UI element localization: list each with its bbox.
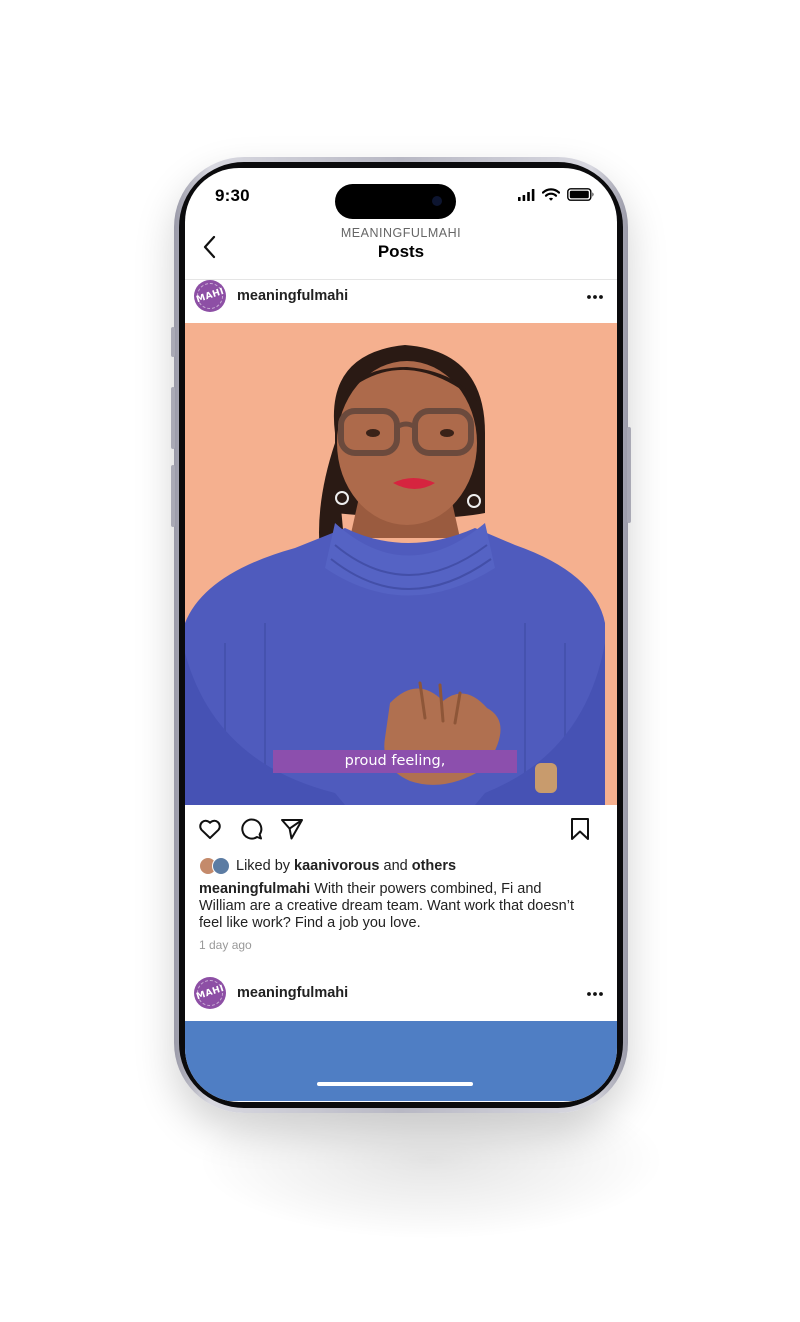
share-icon[interactable] — [279, 816, 305, 842]
next-post-header: MAHI meaningfulmahi — [185, 967, 617, 1021]
likes-summary[interactable]: Liked by kaanivorous and others — [199, 856, 607, 876]
more-horizontal-icon[interactable] — [586, 991, 604, 997]
status-icons — [518, 188, 595, 201]
post-caption: meaningfulmahi With their powers combine… — [199, 881, 591, 932]
phone-frame: 9:30 MEANINGFULMAHI Posts MAHI meaningfu… — [171, 157, 631, 1113]
next-post-media[interactable] — [185, 1021, 617, 1101]
signal-icon — [518, 188, 535, 201]
liked-and: and — [383, 858, 408, 874]
next-post-username[interactable]: meaningfulmahi — [237, 985, 348, 1001]
volume-up-button — [171, 387, 175, 449]
more-horizontal-icon[interactable] — [586, 294, 604, 300]
portrait-image — [185, 323, 605, 805]
status-time: 9:30 — [215, 186, 250, 205]
page-title: Posts — [377, 242, 425, 261]
power-button — [627, 427, 631, 523]
avatar[interactable]: MAHI — [194, 977, 226, 1009]
post-username[interactable]: meaningfulmahi — [237, 288, 348, 304]
dynamic-island — [335, 184, 456, 219]
liked-prefix: Liked by — [236, 858, 291, 874]
mute-switch — [171, 327, 175, 357]
heart-icon[interactable] — [197, 816, 223, 842]
liked-others[interactable]: others — [412, 858, 456, 874]
wifi-icon — [542, 188, 560, 201]
liked-avatars — [199, 857, 230, 875]
header-account: MEANINGFULMAHI — [340, 226, 462, 240]
liked-user[interactable]: kaanivorous — [294, 858, 379, 874]
post-media[interactable]: proud feeling, — [185, 323, 617, 805]
phone-screen: 9:30 MEANINGFULMAHI Posts MAHI meaningfu… — [185, 168, 617, 1102]
avatar[interactable]: MAHI — [194, 280, 226, 312]
comment-icon[interactable] — [238, 816, 264, 842]
volume-down-button — [171, 465, 175, 527]
video-caption: proud feeling, — [273, 750, 517, 773]
front-camera — [432, 196, 442, 206]
caption-username[interactable]: meaningfulmahi — [199, 881, 310, 897]
home-indicator[interactable] — [317, 1082, 473, 1086]
post-timestamp: 1 day ago — [199, 938, 252, 952]
action-bar — [185, 816, 617, 846]
liker-avatar — [212, 857, 230, 875]
battery-icon — [567, 188, 594, 201]
post-header: MAHI meaningfulmahi — [185, 270, 617, 324]
bookmark-icon[interactable] — [567, 816, 593, 842]
